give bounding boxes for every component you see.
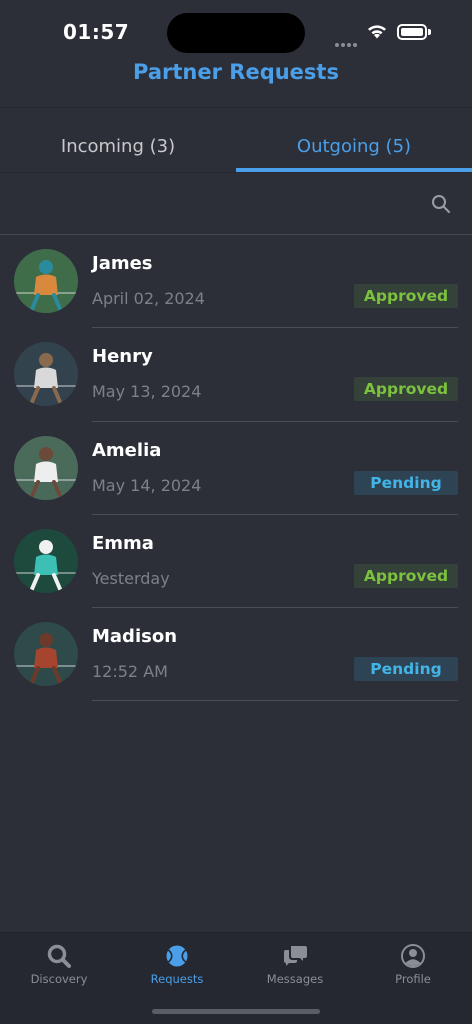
request-name: Amelia: [92, 439, 162, 461]
list-item[interactable]: Madison 12:52 AM Pending: [0, 608, 472, 702]
status-bar: 01:57: [0, 0, 472, 60]
status-badge: Pending: [354, 657, 458, 682]
tab-bar-label: Discovery: [30, 972, 88, 986]
tab-bar-item-discovery[interactable]: Discovery: [0, 933, 118, 997]
request-name: Madison: [92, 626, 178, 648]
tab-bar-label: Profile: [395, 972, 431, 986]
cellular-signal-icon: [335, 32, 359, 47]
avatar[interactable]: [14, 342, 78, 407]
segment-tabs: Incoming (3) Outgoing (5): [0, 108, 472, 172]
request-date: 12:52 AM: [92, 662, 168, 682]
list-item[interactable]: James April 02, 2024 Approved: [0, 235, 472, 329]
tab-incoming[interactable]: Incoming (3): [0, 108, 236, 172]
avatar[interactable]: [14, 249, 78, 313]
request-list: James April 02, 2024 Approved Henry May 13, …: [0, 235, 472, 702]
tab-bar-item-profile[interactable]: Profile: [354, 933, 472, 997]
avatar[interactable]: [14, 435, 78, 500]
wifi-icon: [368, 25, 386, 39]
request-date: April 02, 2024: [92, 289, 205, 308]
chat-bubbles-icon: [284, 946, 307, 966]
status-badge: Approved: [354, 284, 458, 308]
list-item[interactable]: Amelia May 14, 2024 Pending: [0, 422, 472, 515]
request-date: May 13, 2024: [92, 382, 202, 402]
request-name: Henry: [92, 346, 153, 368]
tab-bar-item-requests[interactable]: Requests: [118, 933, 236, 997]
battery-icon: [397, 24, 431, 40]
status-badge: Approved: [354, 563, 458, 588]
row-divider: [92, 700, 458, 702]
request-name: Emma: [92, 532, 154, 554]
status-badge: Pending: [354, 470, 458, 495]
page-title: Partner Requests: [133, 60, 339, 84]
tab-bar-label: Requests: [150, 972, 204, 986]
search-icon[interactable]: [430, 193, 452, 215]
search-icon: [47, 944, 71, 968]
list-item[interactable]: Emma Yesterday Approved: [0, 515, 472, 609]
list-item[interactable]: Henry May 13, 2024 Approved: [0, 328, 472, 422]
request-date: Yesterday: [92, 568, 170, 588]
search-bar: [0, 173, 472, 235]
avatar[interactable]: [14, 528, 78, 593]
user-circle-icon: [401, 944, 425, 968]
tab-outgoing[interactable]: Outgoing (5): [236, 108, 472, 172]
status-time: 01:57: [63, 20, 130, 44]
request-name: James: [92, 253, 153, 274]
status-badge: Approved: [354, 377, 458, 402]
tennis-ball-icon: [166, 945, 188, 967]
tab-bar-label: Messages: [266, 972, 324, 986]
avatar[interactable]: [14, 622, 78, 687]
home-indicator: [152, 1009, 320, 1014]
tab-bar-item-messages[interactable]: Messages: [236, 933, 354, 997]
dynamic-island: [167, 13, 305, 53]
request-date: May 14, 2024: [92, 475, 202, 495]
